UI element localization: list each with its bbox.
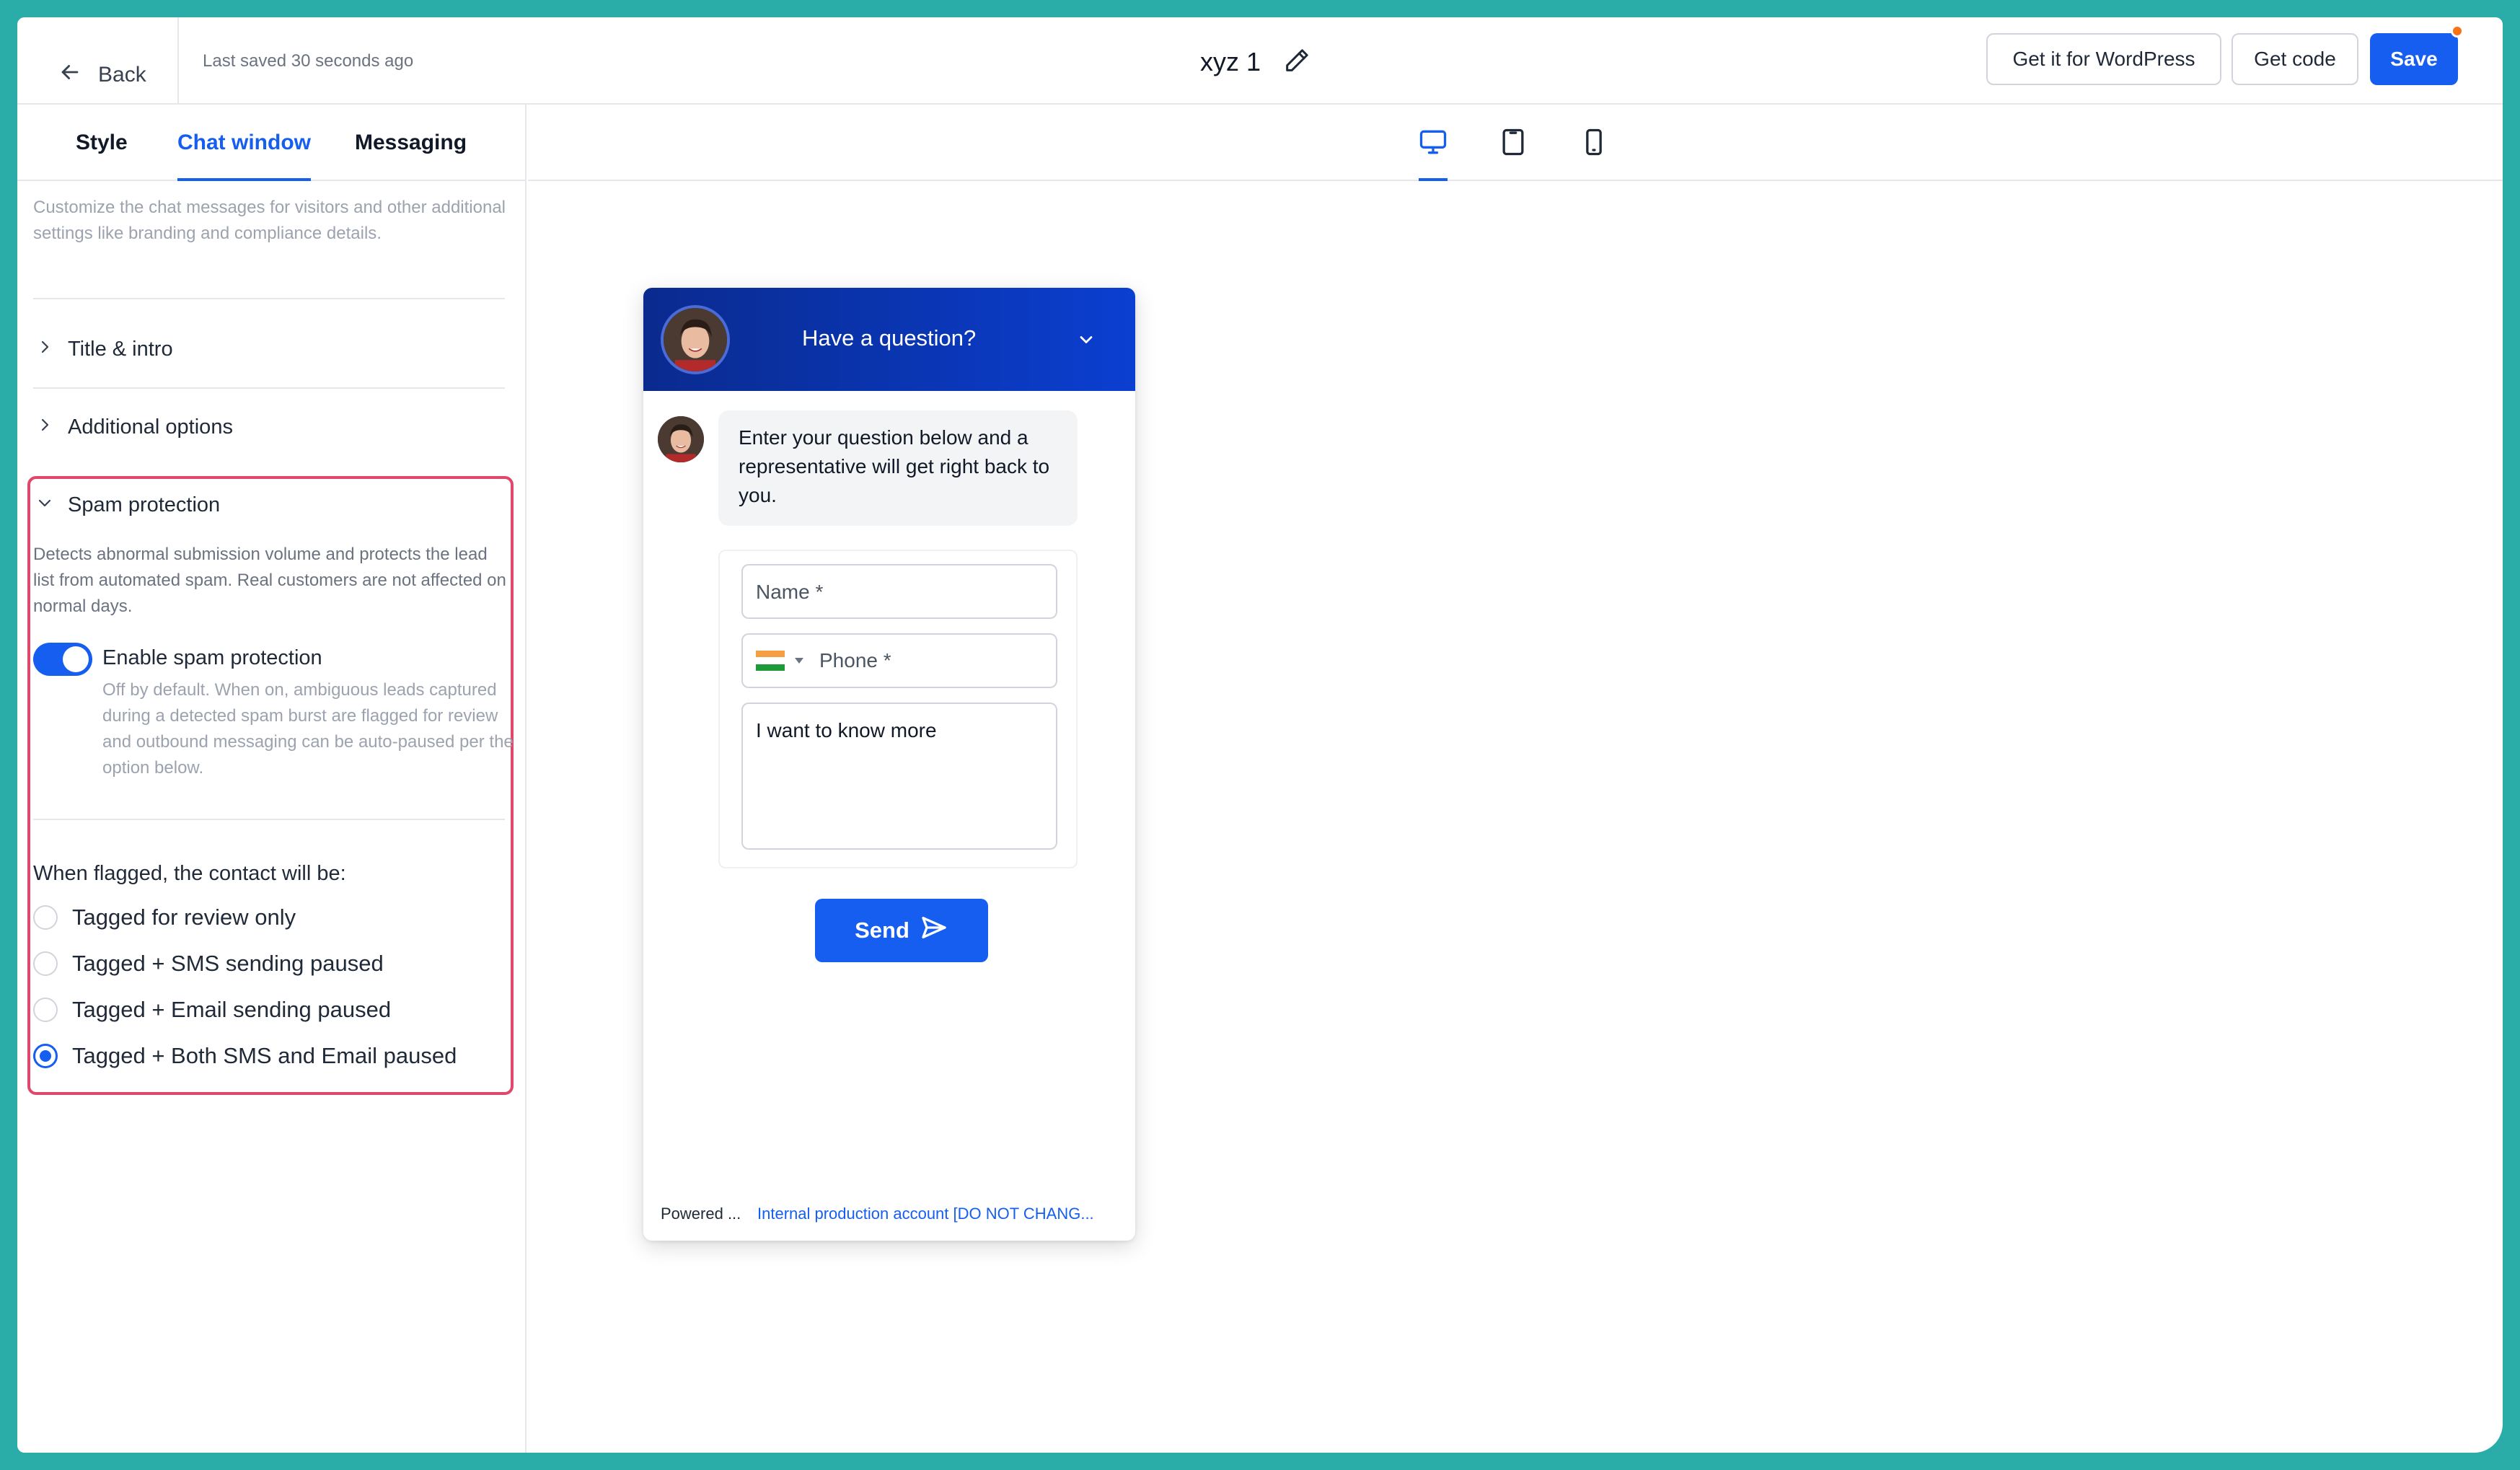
tablet-view-button[interactable] — [1492, 122, 1535, 165]
accordion-additional-options[interactable]: Additional options — [36, 409, 233, 445]
message-textarea[interactable]: I want to know more — [741, 703, 1057, 850]
toggle-help-text: Off by default. When on, ambiguous leads… — [102, 680, 514, 778]
notification-dot — [2451, 25, 2464, 38]
get-code-button[interactable]: Get code — [2232, 33, 2358, 85]
divider — [177, 17, 179, 105]
tab-messaging[interactable]: Messaging — [355, 105, 467, 181]
divider — [33, 298, 505, 299]
chat-header: Have a question? — [643, 288, 1135, 391]
accordion-title-intro[interactable]: Title & intro — [36, 331, 173, 367]
radio-button-selected[interactable] — [33, 1044, 58, 1068]
radio-button[interactable] — [33, 951, 58, 976]
device-toolbar — [528, 105, 2503, 181]
settings-panel: Style Chat window Messaging Customize th… — [17, 105, 527, 1453]
radio-option-both-paused[interactable]: Tagged + Both SMS and Email paused — [33, 1040, 457, 1072]
accordion-spam-protection[interactable]: Spam protection — [36, 487, 220, 523]
pencil-edit-icon[interactable] — [1282, 46, 1311, 79]
app-window: Back Last saved 30 seconds ago xyz 1 Get… — [17, 17, 2503, 1453]
phone-input[interactable]: Phone * — [741, 633, 1057, 688]
panel-description: Customize the chat messages for visitors… — [33, 198, 506, 243]
accordion-label: Spam protection — [68, 493, 221, 516]
radio-label: Tagged + SMS sending paused — [72, 951, 384, 976]
contact-form: Name * Phone * I want to know more — [718, 550, 1078, 868]
mobile-icon — [1578, 126, 1610, 162]
agent-avatar — [661, 305, 730, 374]
flag-question-label: When flagged, the contact will be: — [33, 862, 346, 885]
radio-button[interactable] — [33, 905, 58, 930]
agent-avatar-small — [658, 416, 704, 462]
desktop-icon — [1417, 126, 1449, 162]
radio-label: Tagged + Email sending paused — [72, 997, 392, 1022]
divider — [33, 387, 505, 389]
widget-title-area: xyz 1 — [1200, 42, 1311, 82]
chat-header-title: Have a question? — [802, 325, 977, 351]
settings-tabs: Style Chat window Messaging — [17, 105, 525, 181]
intro-message-bubble: Enter your question below and a represen… — [718, 410, 1078, 526]
india-flag-icon[interactable] — [756, 651, 785, 671]
powered-by-label: Powered ... — [661, 1205, 741, 1223]
radio-label: Tagged + Both SMS and Email paused — [72, 1043, 457, 1068]
radio-option-review-only[interactable]: Tagged for review only — [33, 902, 296, 933]
toggle-knob — [63, 646, 89, 672]
back-label: Back — [98, 63, 146, 87]
spam-description: Detects abnormal submission volume and p… — [33, 545, 506, 616]
account-link[interactable]: Internal production account [DO NOT CHAN… — [757, 1202, 1094, 1225]
mobile-view-button[interactable] — [1572, 122, 1616, 165]
phone-placeholder: Phone * — [819, 649, 891, 672]
radio-button[interactable] — [33, 998, 58, 1022]
widget-name: xyz 1 — [1200, 47, 1261, 76]
save-button[interactable]: Save — [2370, 33, 2458, 85]
chevron-down-icon[interactable] — [1076, 330, 1096, 350]
caret-down-icon[interactable] — [795, 658, 803, 664]
send-icon — [920, 913, 948, 948]
spam-protection-toggle[interactable] — [33, 643, 92, 676]
radio-option-email-paused[interactable]: Tagged + Email sending paused — [33, 994, 391, 1026]
get-wordpress-button[interactable]: Get it for WordPress — [1986, 33, 2221, 85]
chevron-right-icon — [36, 338, 53, 361]
last-saved-status: Last saved 30 seconds ago — [203, 51, 414, 71]
accordion-label: Additional options — [68, 415, 233, 439]
desktop-view-button[interactable] — [1411, 122, 1455, 181]
tablet-icon — [1497, 126, 1529, 162]
send-button[interactable]: Send — [815, 899, 988, 962]
send-label: Send — [855, 917, 909, 943]
tab-style[interactable]: Style — [76, 105, 128, 181]
chevron-down-icon — [36, 493, 53, 517]
radio-option-sms-paused[interactable]: Tagged + SMS sending paused — [33, 948, 384, 980]
divider — [33, 819, 505, 820]
accordion-label: Title & intro — [68, 337, 173, 361]
back-button[interactable]: Back — [58, 58, 146, 92]
chevron-right-icon — [36, 415, 53, 439]
top-bar: Back Last saved 30 seconds ago xyz 1 Get… — [17, 17, 2503, 105]
radio-label: Tagged for review only — [72, 905, 296, 930]
name-input[interactable]: Name * — [741, 564, 1057, 619]
chat-widget-preview: Have a question? Enter your question bel… — [643, 288, 1135, 1241]
toggle-label: Enable spam protection — [102, 646, 322, 669]
arrow-left-icon — [58, 60, 82, 90]
tab-chat-window[interactable]: Chat window — [177, 105, 311, 181]
